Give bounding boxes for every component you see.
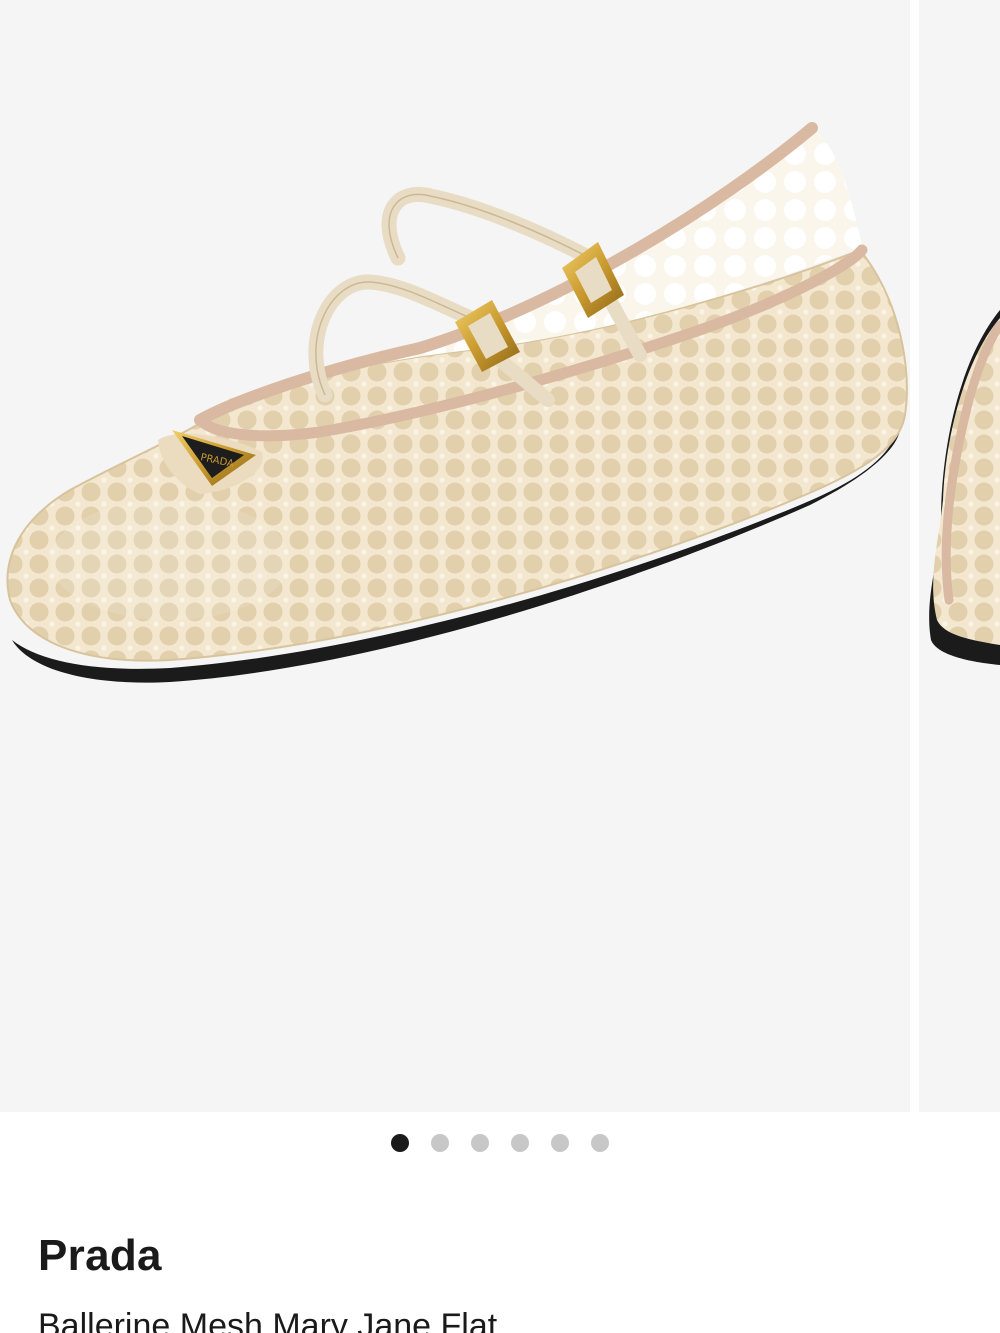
carousel-dot-1[interactable] xyxy=(391,1134,409,1152)
carousel-dot-4[interactable] xyxy=(511,1134,529,1152)
carousel-dot-6[interactable] xyxy=(591,1134,609,1152)
carousel-dot-2[interactable] xyxy=(431,1134,449,1152)
product-page: PRADA Prada Ballerine Mesh Mary Jane Fla… xyxy=(0,0,1000,1333)
mesh-flat-shoe-image: PRADA xyxy=(6,122,908,683)
product-image-main[interactable]: PRADA xyxy=(0,0,910,1112)
carousel-dot-5[interactable] xyxy=(551,1134,569,1152)
product-brand[interactable]: Prada xyxy=(38,1231,162,1280)
product-image-next[interactable] xyxy=(919,0,1000,1112)
product-name: Ballerine Mesh Mary Jane Flat xyxy=(38,1307,498,1333)
carousel-pagination xyxy=(0,1134,1000,1154)
mesh-flat-shoe-side-image xyxy=(929,310,1000,665)
carousel-dot-3[interactable] xyxy=(471,1134,489,1152)
product-image-carousel[interactable]: PRADA xyxy=(0,0,1000,1112)
